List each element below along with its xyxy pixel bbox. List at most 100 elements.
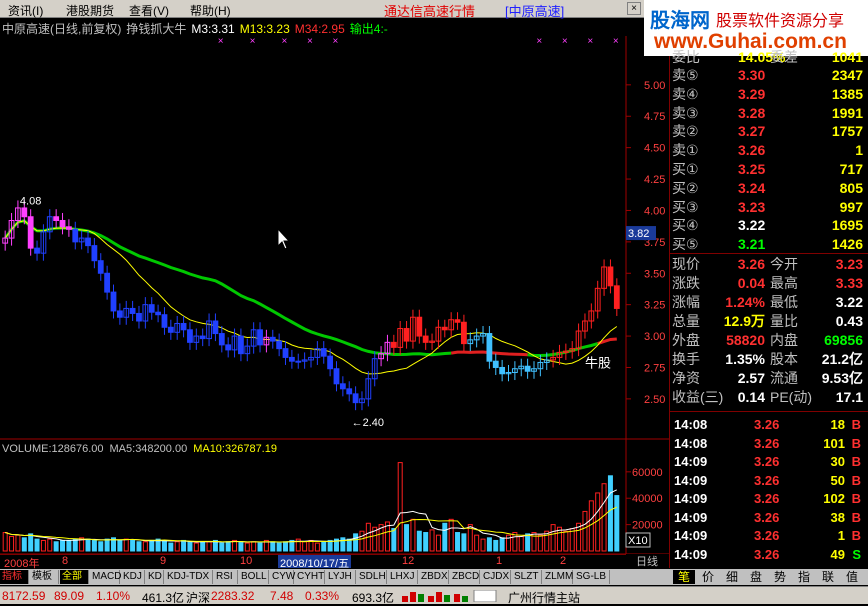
candle-body [352,393,359,404]
volume-bar [404,524,410,552]
volume-bar [142,541,148,552]
volume-bar [442,522,448,552]
date-label: 2 [560,555,567,567]
candle-body [492,360,499,368]
menu-news[interactable]: 资讯(I) [8,2,43,19]
volume-bar [60,539,66,552]
tab-lyjh[interactable]: LYJH [326,570,356,584]
tab-cyht[interactable]: CYHT [295,570,325,584]
volume-bar [225,541,231,552]
menu-view[interactable]: 查看(V) [129,2,169,19]
candle-body [148,304,155,313]
period-label[interactable]: 日线 [636,553,658,569]
market-strength-bars [400,589,500,603]
quote-panel: 委比 14.05% 委差 1041 卖⑤ 3.30 2347 卖④ 3.29 1385 卖③… [669,49,868,568]
tab-slzt[interactable]: SLZT [512,570,542,584]
quote-row: 涨跌 0.04 最高 3.33 [672,275,863,291]
candle-body [155,311,161,316]
volume-tick-label: 20000 [632,520,663,532]
sell-level: 卖① 3.26 1 [672,142,863,159]
volume-bar [270,541,276,552]
candle-body [269,336,276,342]
volume-value: VOLUME:128676.00 [2,443,104,455]
candle-body [91,245,98,262]
side-tab-5[interactable]: 指 [793,570,815,584]
tab-全部[interactable]: 全部 [60,570,89,584]
main-chart[interactable]: 5.004.754.504.254.003.753.503.253.002.75… [0,36,669,554]
formula-name: 挣钱抓大牛 [126,22,187,36]
high-marker: 4.08 [20,195,41,207]
volume-bar [525,533,531,552]
candle-body [21,207,28,218]
side-tab-0[interactable]: 笔 [673,570,695,584]
volume-bar [563,530,569,552]
volume-bar [104,538,110,552]
buy-level: 买④ 3.22 1695 [672,217,863,234]
tab-kd[interactable]: KD [146,570,164,584]
tab-zlmm[interactable]: ZLMM [543,570,573,584]
candle-body [218,333,225,346]
candle-body [238,335,244,355]
candle-body [53,216,60,222]
volume-bar [391,528,397,552]
tab-模板[interactable]: 模板 [30,570,59,584]
side-tab-7[interactable]: 值 [841,570,863,584]
tab-cjdx[interactable]: CJDX [481,570,511,584]
tab-sg-lb[interactable]: SG-LB [574,570,610,584]
tab-sdlh[interactable]: SDLH [357,570,387,584]
server-site[interactable]: 广州行情主站 [508,589,580,606]
tab-boll[interactable]: BOLL [239,570,269,584]
volume-bar [448,518,454,552]
signal-mark: × [332,36,338,47]
tick-row: 14:09 3.26 49 S [674,546,861,562]
volume-bar [98,541,104,552]
app-title-stock: [中原高速] [505,4,565,19]
side-tab-4[interactable]: 势 [769,570,791,584]
tab-kdj[interactable]: KDJ [121,570,145,584]
volume-bar [200,541,206,552]
order-ratio-row: 委比 14.05% 委差 1041 [672,49,863,65]
tick-row: 14:09 3.26 50 B [674,472,861,488]
volume-bar [123,538,129,552]
candle-body [116,310,123,318]
signal-mark: × [282,36,288,47]
tab-zbcd[interactable]: ZBCD [450,570,480,584]
volume-bar [130,539,136,552]
volume-bar [607,475,613,552]
volume-bar [601,483,607,552]
sell-level: 卖③ 3.28 1991 [672,104,863,121]
volume-bar [429,529,435,552]
tab-cyw[interactable]: CYW [270,570,295,584]
close-icon[interactable]: × [627,2,641,15]
signal-mark: × [613,36,619,47]
volume-bar [550,524,556,552]
candle-body [65,226,72,230]
tab-kdj-tdx[interactable]: KDJ-TDX [165,570,213,584]
volume-bar [397,462,403,552]
volume-header: VOLUME:128676.00 MA5:348200.00 MA10:326787… [2,443,283,455]
side-tab-1[interactable]: 价 [697,570,719,584]
side-tab-2[interactable]: 细 [721,570,743,584]
volume-bar [161,539,167,552]
menu-help[interactable]: 帮助(H) [190,2,231,19]
quote-row: 总量 12.9万 量比 0.43 [672,313,863,329]
volume-ma10-line [5,506,618,543]
tab-指标[interactable]: 指标 [0,570,29,584]
tab-lhxj[interactable]: LHXJ [388,570,418,584]
menu-hk-futures[interactable]: 港股期货 [66,2,114,19]
side-tab-6[interactable]: 联 [817,570,839,584]
sell-level: 卖② 3.27 1757 [672,123,863,140]
volume-bar [187,541,193,552]
sell-level: 卖④ 3.29 1385 [672,85,863,102]
volume-bar [455,532,461,552]
volume-bar [40,539,46,552]
tab-zbdx[interactable]: ZBDX [419,570,449,584]
side-tab-3[interactable]: 盘 [745,570,767,584]
sz-name: 沪深 [186,591,211,605]
candle-body [276,340,283,350]
candle-body [72,228,79,243]
volume-bar [302,541,308,552]
tick-row: 14:09 3.26 102 B [674,491,861,506]
tab-rsi[interactable]: RSI [214,570,238,584]
tab-macd[interactable]: MACD [90,570,121,584]
